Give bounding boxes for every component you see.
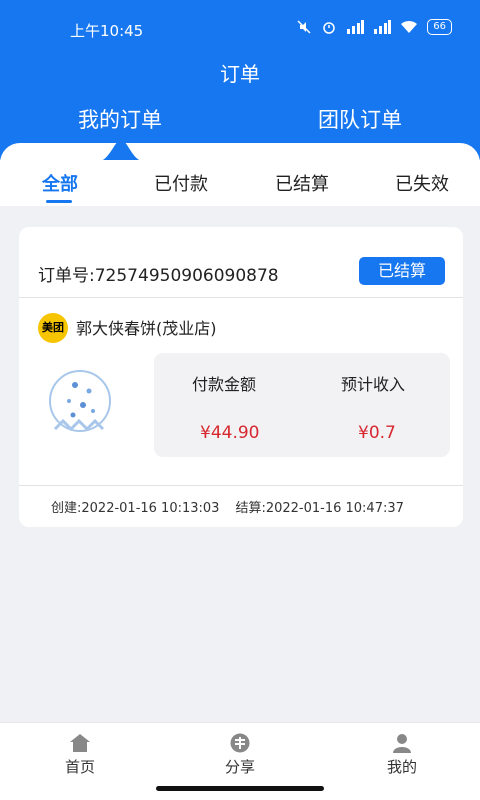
card-divider-bottom (19, 485, 463, 486)
income-value: ¥0.7 (358, 423, 396, 443)
order-card[interactable]: 订单号:72574950906090878 已结算 美团 郭大侠春饼(茂业店) … (19, 227, 463, 527)
tab-team-orders[interactable]: 团队订单 (318, 104, 402, 134)
app-header: 上午10:45 66 订单 我的订单 团队订单 (0, 0, 480, 160)
order-number-value: 72574950906090878 (94, 266, 279, 286)
created-time: 创建:2022-01-16 10:13:03 (51, 501, 220, 516)
status-time: 上午10:45 (70, 22, 144, 40)
order-number: 订单号:72574950906090878 (38, 261, 279, 286)
pay-amount-value: ¥44.90 (200, 423, 260, 443)
nav-item-home[interactable]: 首页 (40, 733, 120, 777)
shop-name: 郭大侠春饼(茂业店) (76, 319, 217, 338)
card-divider-top (19, 297, 463, 298)
order-number-label: 订单号: (38, 266, 95, 286)
status-icons: 66 (296, 19, 452, 35)
nav-label-mine: 我的 (386, 758, 417, 776)
meituan-logo: 美团 (38, 313, 68, 343)
order-times: 创建:2022-01-16 10:13:03 结算:2022-01-16 10:4… (51, 497, 420, 516)
nav-item-mine[interactable]: 我的 (362, 733, 442, 777)
nav-label-home: 首页 (64, 758, 95, 776)
status-badge: 已结算 (359, 257, 445, 285)
alarm-icon (323, 22, 336, 34)
status-bar: 上午10:45 66 (0, 0, 480, 56)
active-tab-indicator (46, 200, 72, 203)
filter-tab-settled[interactable]: 已结算 (275, 170, 329, 196)
mute-icon (297, 20, 311, 34)
user-icon (393, 734, 411, 753)
home-icon (70, 734, 90, 752)
page-title: 订单 (220, 62, 260, 86)
filter-tab-paid[interactable]: 已付款 (154, 170, 208, 196)
share-icon (230, 733, 250, 753)
nav-item-share[interactable]: 分享 (200, 733, 280, 777)
wifi-icon (401, 20, 418, 33)
filter-tab-all[interactable]: 全部 (42, 170, 78, 196)
active-tab-pointer (96, 140, 146, 162)
battery-icon: 66 (427, 19, 452, 35)
home-indicator[interactable] (156, 786, 324, 791)
income-label: 预计收入 (341, 375, 406, 394)
signal-icon-2 (374, 20, 392, 34)
product-thumbnail (49, 370, 111, 432)
filter-tabs: 全部 已付款 已结算 已失效 (0, 160, 480, 206)
tab-my-orders[interactable]: 我的订单 (78, 104, 162, 134)
pay-amount-label: 付款金额 (192, 375, 257, 394)
nav-label-share: 分享 (224, 758, 255, 776)
filter-tab-invalid[interactable]: 已失效 (395, 170, 449, 196)
signal-icon (347, 20, 365, 34)
settled-time: 结算:2022-01-16 10:47:37 (235, 501, 404, 516)
amount-panel: 付款金额 预计收入 ¥44.90 ¥0.7 (154, 353, 450, 457)
